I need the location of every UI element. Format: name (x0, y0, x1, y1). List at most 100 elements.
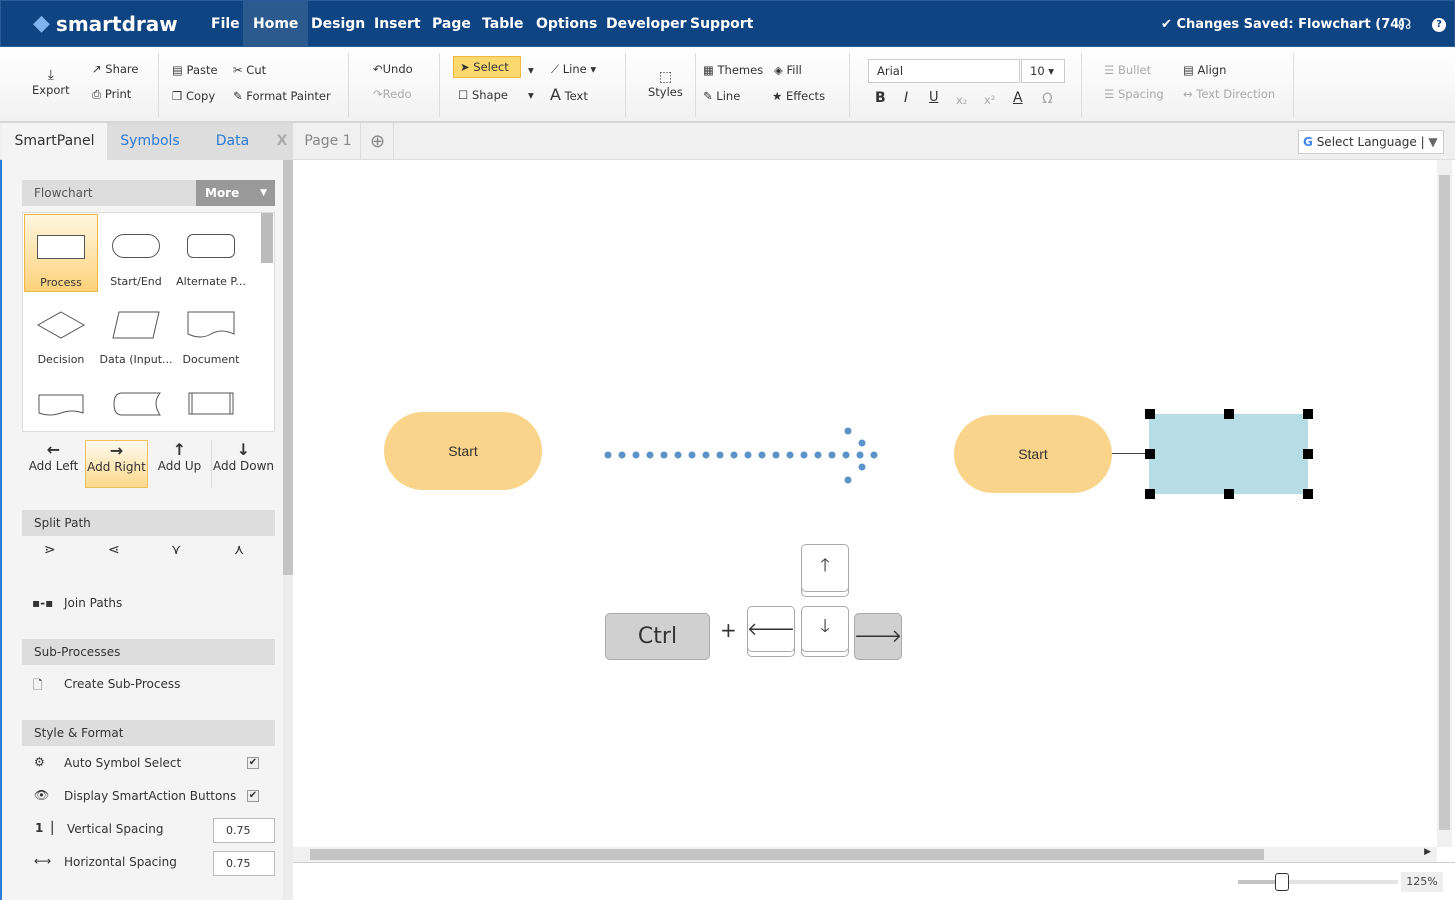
resize-handle[interactable] (1224, 489, 1234, 499)
start-shape-2[interactable]: Start (954, 415, 1112, 493)
arrow-dot (828, 451, 836, 459)
split-down-icon[interactable]: ⋎ (171, 542, 181, 558)
bullet-button[interactable]: ☰ Bullet (1104, 63, 1151, 77)
resize-handle[interactable] (1145, 409, 1155, 419)
help-icon[interactable]: ? (1432, 18, 1446, 32)
tab-data[interactable]: Data (205, 123, 260, 160)
share-button[interactable]: ↗ Share (92, 62, 138, 76)
undo-button[interactable]: ↶Undo (373, 62, 413, 76)
line-tool-button[interactable]: ⟋ Line ▾ (551, 62, 596, 77)
add-page-icon[interactable]: ⊕ (362, 123, 394, 160)
copy-button[interactable]: ❐ Copy (172, 89, 215, 103)
resize-handle[interactable] (1224, 409, 1234, 419)
superscript-button[interactable]: x² (984, 93, 995, 107)
tab-symbols[interactable]: Symbols (110, 123, 190, 160)
symbol-decision[interactable]: Decision (24, 294, 98, 372)
split-up-icon[interactable]: ⋏ (234, 542, 244, 558)
panel-scrollbar[interactable] (283, 160, 293, 900)
close-panel-button[interactable]: X (272, 123, 292, 160)
symbol-predefined-process[interactable] (187, 391, 237, 420)
symbol-grid-scrollbar[interactable] (261, 213, 273, 263)
symbol-document[interactable]: Document (174, 294, 248, 372)
format-painter-button[interactable]: ✎ Format Painter (233, 89, 331, 103)
text-tool-button[interactable]: A Text (550, 85, 588, 104)
horizontal-spacing-label: Horizontal Spacing (64, 855, 177, 869)
effects-button[interactable]: ★ Effects (772, 89, 825, 103)
zoom-slider[interactable] (1238, 880, 1398, 884)
add-left-button[interactable]: ← Add Left (22, 440, 85, 488)
line-style-button[interactable]: ✎ Line (703, 89, 740, 103)
split-right-icon[interactable]: ⋗ (44, 542, 56, 558)
zoom-slider-thumb[interactable] (1275, 873, 1289, 891)
export-button[interactable]: ⤓ Export (32, 67, 70, 97)
style-format-header: Style & Format (22, 720, 275, 746)
add-right-button[interactable]: → Add Right (85, 440, 148, 488)
arrow-dot (660, 451, 668, 459)
shape-dropdown[interactable]: ▾ (528, 88, 534, 102)
app-logo[interactable]: ◆ smartdraw (33, 11, 178, 36)
arrow-dot (674, 451, 682, 459)
italic-button[interactable]: I (904, 90, 908, 106)
support-headset-icon[interactable]: ☊ (1398, 15, 1411, 33)
tab-smartpanel[interactable]: SmartPanel (2, 123, 107, 160)
themes-button[interactable]: ▦ Themes (703, 63, 763, 77)
cut-button[interactable]: ✂ Cut (233, 63, 266, 77)
bold-button[interactable]: B (875, 90, 886, 106)
resize-handle[interactable] (1303, 449, 1313, 459)
eye-icon: 👁 (34, 788, 50, 802)
create-sub-process-button[interactable]: Create Sub-Process (64, 677, 180, 691)
menu-support[interactable]: Support (680, 1, 763, 48)
symbol-multi-document[interactable] (37, 391, 87, 420)
fill-button[interactable]: ◈ Fill (774, 63, 802, 77)
connector-line[interactable] (1112, 453, 1146, 454)
tab-page-1[interactable]: Page 1 (296, 123, 361, 160)
styles-button[interactable]: ⬚ Styles (648, 69, 683, 99)
symbol-start-end[interactable]: Start/End (99, 214, 173, 292)
language-select[interactable]: G Select Language | ▼ (1298, 130, 1444, 154)
split-left-icon[interactable]: ⋖ (108, 542, 120, 558)
auto-symbol-checkbox[interactable]: ✔ (247, 757, 259, 769)
select-button[interactable]: ➤ Select (453, 56, 521, 78)
vertical-scrollbar[interactable] (1437, 160, 1452, 847)
arrow-dot (844, 476, 852, 484)
symbol-data[interactable]: Data (Input... (99, 294, 173, 372)
font-color-button[interactable]: A (1013, 90, 1023, 106)
add-down-button[interactable]: ↓ Add Down (211, 440, 275, 488)
selected-process-shape[interactable] (1149, 414, 1308, 494)
select-dropdown[interactable]: ▾ (528, 63, 534, 77)
redo-button[interactable]: ↷Redo (373, 87, 412, 101)
resize-handle[interactable] (1145, 449, 1155, 459)
drawing-canvas[interactable]: Start Start Ctrl + 🡑 🡐 🡓 🡒 (293, 160, 1437, 847)
menu-insert[interactable]: Insert (364, 1, 431, 48)
font-size-select[interactable]: 10 ▾ (1021, 59, 1065, 83)
text-direction-button[interactable]: ↔ Text Direction (1183, 87, 1275, 101)
add-up-button[interactable]: ↑ Add Up (148, 440, 211, 488)
menu-table[interactable]: Table (472, 1, 534, 48)
symbol-stored-data[interactable] (112, 391, 162, 420)
arrow-dot (758, 451, 766, 459)
resize-handle[interactable] (1303, 409, 1313, 419)
menu-home[interactable]: Home (243, 1, 309, 48)
vertical-spacing-input[interactable]: 0.75 (213, 818, 275, 843)
more-libraries-button[interactable]: More ▼ (196, 180, 275, 206)
horizontal-spacing-input[interactable]: 0.75 (213, 851, 275, 876)
resize-handle[interactable] (1145, 489, 1155, 499)
ribbon-toolbar: ⤓ Export ↗ Share ⎙ Print ▤ Paste ✂ Cut ❐ … (0, 47, 1455, 123)
join-paths-button[interactable]: Join Paths (64, 596, 122, 610)
underline-button[interactable]: U (929, 90, 939, 105)
print-button[interactable]: ⎙ Print (92, 87, 131, 102)
paste-button[interactable]: ▤ Paste (172, 63, 218, 77)
display-smartaction-checkbox[interactable]: ✔ (247, 790, 259, 802)
font-family-select[interactable]: Arial (868, 59, 1020, 83)
start-shape-1[interactable]: Start (384, 412, 542, 490)
spacing-button[interactable]: ☰ Spacing (1104, 87, 1164, 101)
vertical-spacing-icon: 1▕ (35, 821, 53, 835)
special-character-button[interactable]: Ω (1042, 91, 1053, 107)
subscript-button[interactable]: x₂ (956, 93, 967, 107)
align-button[interactable]: ▤ Align (1183, 63, 1226, 77)
shape-tool-button[interactable]: ☐ Shape (458, 88, 508, 102)
symbol-process[interactable]: Process (24, 214, 98, 292)
resize-handle[interactable] (1303, 489, 1313, 499)
horizontal-scrollbar[interactable]: ▶ (293, 847, 1437, 862)
symbol-alternate-process[interactable]: Alternate P... (174, 214, 248, 292)
